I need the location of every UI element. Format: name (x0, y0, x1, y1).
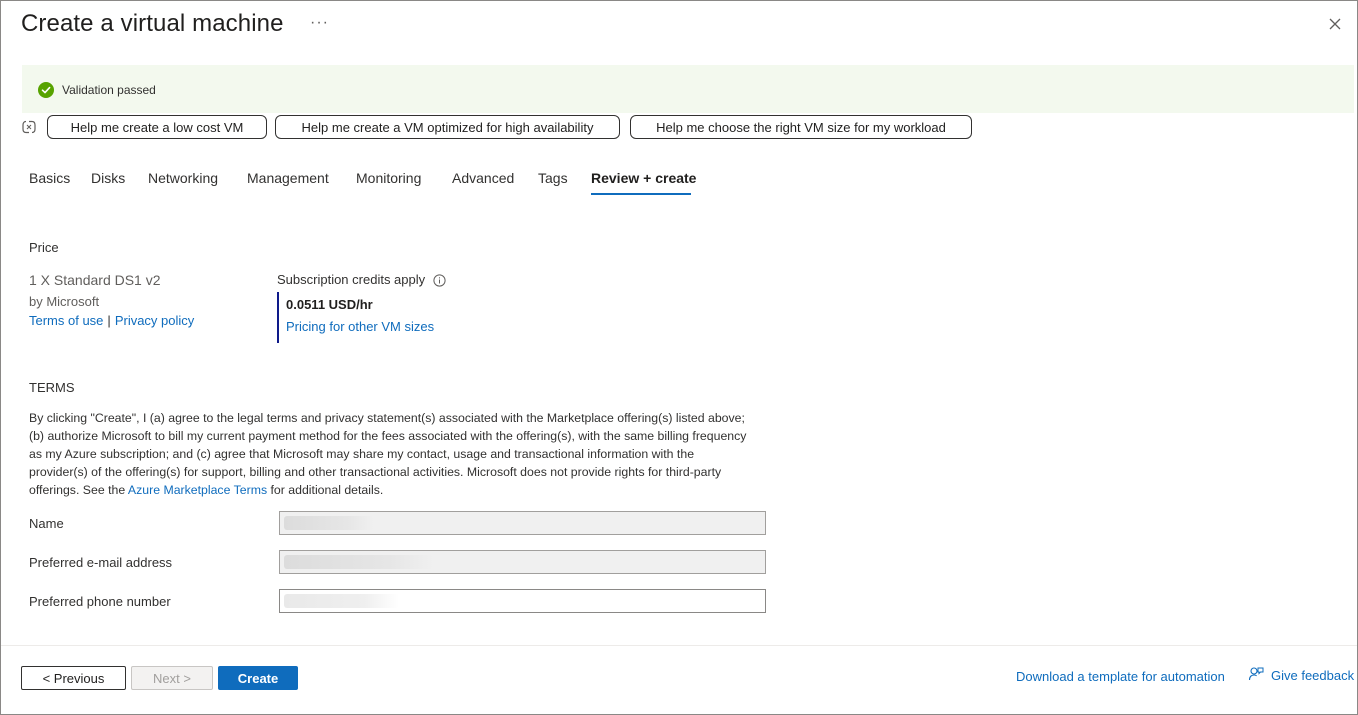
validation-text: Validation passed (62, 83, 156, 97)
create-button[interactable]: Create (218, 666, 298, 690)
next-button[interactable]: Next > (131, 666, 213, 690)
more-options-button[interactable]: ··· (310, 14, 329, 32)
download-template-link[interactable]: Download a template for automation (1016, 669, 1225, 684)
phone-field[interactable] (279, 589, 766, 613)
tab-tags[interactable]: Tags (538, 170, 568, 186)
footer-divider (1, 645, 1357, 646)
tab-review-create[interactable]: Review + create (591, 170, 696, 186)
page-title: Create a virtual machine (21, 10, 284, 37)
phone-label: Preferred phone number (29, 594, 171, 609)
price-heading: Price (29, 240, 59, 255)
azure-marketplace-terms-link[interactable]: Azure Marketplace Terms (128, 483, 267, 497)
terms-text: By clicking "Create", I (a) agree to the… (29, 409, 749, 499)
name-label: Name (29, 516, 64, 531)
validation-banner: Validation passed (22, 65, 1354, 113)
check-circle-icon (38, 82, 54, 98)
info-icon[interactable] (433, 274, 446, 287)
give-feedback-link[interactable]: Give feedback (1271, 668, 1354, 683)
terms-text-part: for additional details. (267, 483, 384, 497)
previous-button[interactable]: < Previous (21, 666, 126, 690)
terms-heading: TERMS (29, 380, 75, 395)
pricing-other-sizes-link[interactable]: Pricing for other VM sizes (286, 319, 434, 334)
low-cost-vm-button[interactable]: Help me create a low cost VM (47, 115, 267, 139)
link-separator: | (107, 313, 111, 328)
privacy-policy-link[interactable]: Privacy policy (115, 313, 194, 328)
terms-of-use-link[interactable]: Terms of use (29, 313, 103, 328)
tab-networking[interactable]: Networking (148, 170, 218, 186)
copilot-icon (22, 120, 36, 134)
email-field[interactable] (279, 550, 766, 574)
subscription-credits-label: Subscription credits apply (277, 272, 426, 287)
active-tab-indicator (591, 193, 691, 195)
tab-advanced[interactable]: Advanced (452, 170, 514, 186)
high-availability-vm-button[interactable]: Help me create a VM optimized for high a… (275, 115, 620, 139)
tab-monitoring[interactable]: Monitoring (356, 170, 421, 186)
feedback-icon[interactable] (1248, 666, 1264, 682)
tab-basics[interactable]: Basics (29, 170, 70, 186)
tab-management[interactable]: Management (247, 170, 329, 186)
legal-links: Terms of use | Privacy policy (29, 313, 194, 328)
price-accent-bar (277, 292, 279, 343)
close-icon[interactable] (1325, 14, 1345, 34)
publisher-text: by Microsoft (29, 294, 100, 309)
price-amount: 0.0511 USD/hr (286, 297, 373, 312)
vm-product-name: 1 X Standard DS1 v2 (29, 272, 161, 288)
tab-disks[interactable]: Disks (91, 170, 125, 186)
name-field[interactable] (279, 511, 766, 535)
redacted-value (284, 555, 434, 569)
redacted-value (284, 594, 399, 608)
choose-vm-size-button[interactable]: Help me choose the right VM size for my … (630, 115, 972, 139)
redacted-value (284, 516, 374, 530)
email-label: Preferred e-mail address (29, 555, 173, 570)
